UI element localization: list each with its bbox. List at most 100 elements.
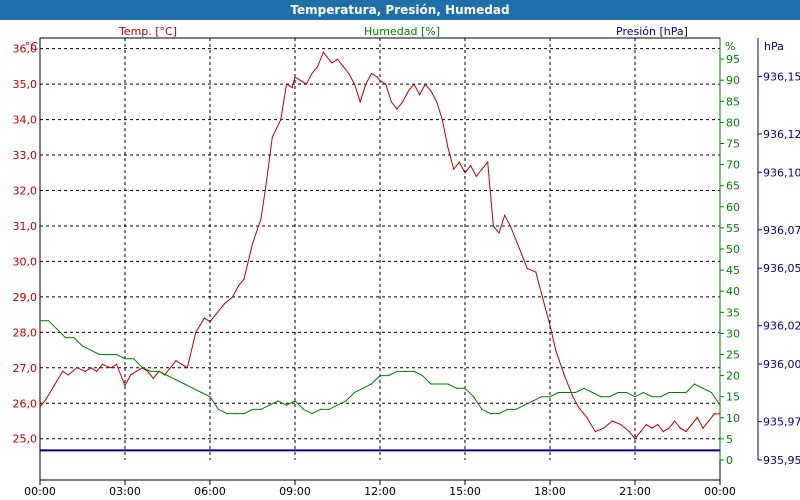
data-point-temp: [662, 431, 664, 433]
data-point-temp: [696, 416, 698, 418]
data-point-temp: [702, 427, 704, 429]
data-point-temp: [390, 101, 392, 103]
humidity-tick-label: 85: [726, 95, 740, 108]
data-point-hum: [693, 383, 696, 385]
data-point-hum: [625, 391, 628, 394]
data-point-temp: [353, 83, 356, 85]
data-point-hum: [421, 375, 424, 377]
data-point-temp: [441, 119, 443, 121]
humidity-tick-label: 65: [726, 180, 740, 193]
data-point-hum: [370, 383, 373, 385]
data-point-temp: [115, 363, 118, 365]
chart: Temp. [°C] Humedad [%] Presión [hPa]°C% hPa…: [13, 25, 800, 498]
temp-tick-label: 34,0: [13, 114, 38, 127]
data-point-hum: [455, 387, 458, 389]
data-point-temp: [402, 101, 404, 103]
data-point-hum: [651, 396, 653, 398]
data-point-temp: [96, 370, 98, 372]
data-point-temp: [195, 331, 197, 333]
data-point-hum: [328, 408, 330, 410]
data-point-hum: [336, 404, 339, 406]
x-tick-time: 09:00: [279, 485, 311, 498]
data-point-temp: [526, 267, 528, 270]
data-point-temp: [413, 83, 415, 85]
data-point-hum: [166, 375, 169, 377]
data-point-hum: [523, 404, 526, 406]
x-tick-time: 15:00: [449, 485, 481, 498]
data-point-pres: [39, 449, 41, 451]
grid-lines: [40, 38, 720, 460]
humidity-tick-label: 55: [726, 222, 740, 235]
data-point-temp: [215, 314, 217, 316]
data-point-temp: [124, 384, 126, 387]
humidity-unit-label: %: [725, 40, 735, 53]
data-point-temp: [300, 80, 302, 82]
data-point-temp: [470, 165, 472, 167]
temp-tick-label: 36,0: [13, 43, 38, 56]
data-point-temp: [181, 363, 183, 365]
data-point-hum: [549, 396, 551, 398]
data-point-hum: [472, 396, 475, 398]
data-point-temp: [385, 83, 387, 85]
pressure-tick-label: 935,97: [763, 416, 800, 429]
data-point-temp: [713, 413, 715, 415]
humidity-tick-label: 70: [726, 159, 740, 172]
data-point-temp: [232, 296, 234, 298]
data-point-temp: [572, 395, 574, 397]
data-point-temp: [67, 374, 69, 376]
data-point-temp: [336, 58, 339, 60]
data-point-temp: [447, 147, 449, 149]
data-point-hum: [39, 320, 41, 322]
data-point-temp: [515, 239, 517, 241]
data-point-temp: [504, 214, 506, 216]
data-point-hum: [413, 370, 415, 372]
data-point-temp: [577, 406, 579, 408]
data-point-temp: [331, 62, 333, 64]
data-point-temp: [365, 83, 367, 85]
data-point-hum: [234, 413, 237, 415]
data-point-hum: [311, 413, 313, 415]
data-point-hum: [353, 391, 356, 394]
data-point-hum: [617, 391, 619, 394]
humidity-tick-label: 30: [726, 327, 740, 340]
data-point-hum: [566, 391, 568, 394]
data-point-hum: [447, 383, 449, 385]
data-point-hum: [132, 358, 135, 360]
data-point-temp: [419, 94, 421, 96]
pressure-tick-label: 936,15: [763, 70, 800, 83]
data-point-temp: [260, 218, 262, 220]
data-point-hum: [81, 345, 84, 347]
data-point-temp: [492, 225, 494, 227]
data-point-hum: [98, 353, 101, 356]
data-point-temp: [657, 423, 659, 426]
data-point-temp: [348, 72, 350, 75]
x-tick-time: 03:00: [109, 485, 141, 498]
humidity-tick-label: 90: [726, 74, 740, 87]
data-point-hum: [557, 391, 560, 394]
data-point-hum: [90, 349, 92, 351]
data-point-hum: [540, 396, 543, 398]
data-point-hum: [668, 391, 670, 394]
data-point-hum: [583, 387, 585, 389]
data-point-hum: [209, 396, 211, 398]
data-point-temp: [359, 101, 361, 103]
pressure-tick-label: 936,12: [763, 128, 800, 141]
tick-labels: 00:0017/07/2503:0017/07/2506:0017/07/250…: [13, 43, 800, 498]
data-point-temp: [436, 101, 438, 103]
data-point-temp: [342, 65, 344, 67]
data-point-hum: [710, 391, 713, 394]
data-point-temp: [594, 431, 596, 433]
data-point-temp: [498, 232, 500, 234]
data-point-temp: [708, 420, 710, 422]
data-point-temp: [90, 367, 92, 369]
data-point-temp: [370, 72, 373, 75]
data-point-temp: [76, 367, 78, 369]
pressure-tick-label: 936,00: [763, 358, 800, 371]
humidity-tick-label: 20: [726, 370, 740, 383]
data-point-temp: [110, 367, 112, 369]
data-point-temp: [651, 427, 653, 429]
data-point-temp: [563, 374, 565, 376]
data-point-hum: [719, 404, 721, 406]
data-point-temp: [611, 420, 613, 422]
data-point-temp: [628, 431, 630, 433]
